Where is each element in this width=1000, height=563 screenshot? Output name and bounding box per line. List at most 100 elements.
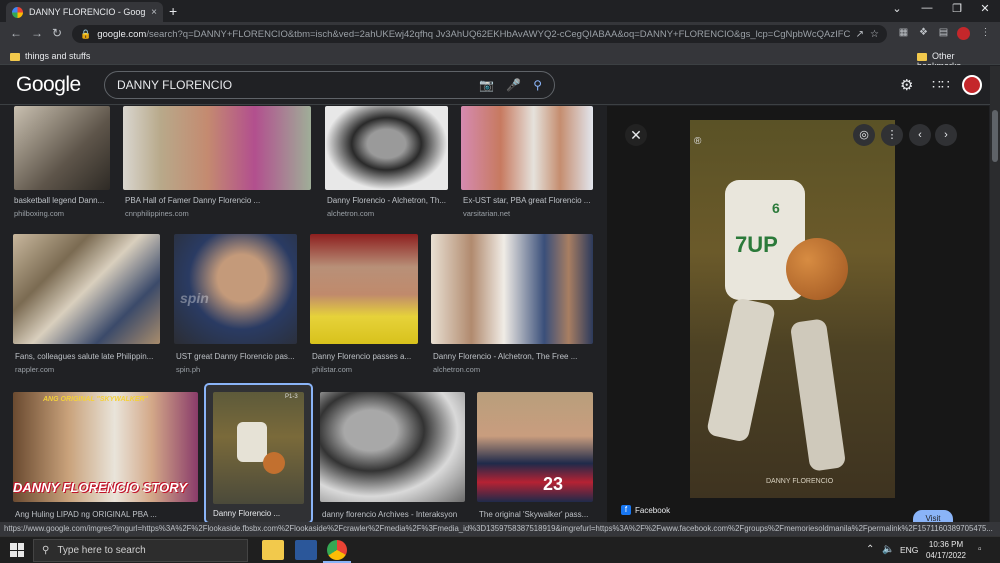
new-tab-button[interactable]: + — [169, 3, 177, 19]
result-tile[interactable]: Danny Florencio - Alchetron, Th... alche… — [325, 106, 448, 218]
share-icon[interactable]: ↗ — [856, 29, 864, 40]
scrollbar-thumb[interactable] — [992, 110, 998, 162]
preview-image[interactable]: ® 7UP 6 DANNY FLORENCIO — [690, 120, 895, 498]
google-lens-icon[interactable]: ◎ — [853, 124, 875, 146]
tab-search-icon[interactable]: ⌄ — [882, 2, 912, 15]
url-text[interactable]: google.com/search?q=DANNY+FLORENCIO&tbm=… — [97, 29, 849, 40]
more-options-icon[interactable]: ⋮ — [881, 124, 903, 146]
forward-icon[interactable]: → — [31, 26, 43, 40]
image-results-grid: basketball legend Dann... philboxing.com… — [0, 106, 605, 522]
reload-icon[interactable]: ↻ — [52, 26, 62, 40]
extension-a-icon[interactable]: ▦ — [897, 27, 910, 40]
settings-gear-icon[interactable]: ⚙ — [900, 76, 913, 94]
preview-source-name: Facebook — [635, 505, 671, 515]
browser-tab[interactable]: DANNY FLORENCIO - Google Search × — [6, 2, 163, 22]
page-scrollbar[interactable] — [990, 66, 1000, 522]
side-panel-icon[interactable]: ▤ — [937, 27, 950, 40]
camera-search-icon[interactable]: 📷 — [479, 78, 494, 92]
result-image[interactable] — [13, 234, 160, 344]
notification-icon[interactable]: ▫ — [978, 544, 982, 555]
result-caption[interactable]: PBA Hall of Famer Danny Florencio ... — [125, 196, 311, 205]
result-image[interactable]: ANG ORIGINAL "SKYWALKER" DANNY FLORENCIO… — [13, 392, 198, 502]
result-caption[interactable]: The original 'Skywalker' pass... — [479, 510, 593, 519]
folder-icon — [917, 52, 927, 61]
word-icon[interactable] — [295, 540, 317, 560]
tab-close-icon[interactable]: × — [151, 7, 157, 18]
title-bar: DANNY FLORENCIO - Google Search × + ⌄ — … — [0, 0, 1000, 22]
result-image[interactable] — [325, 106, 448, 190]
minimize-button[interactable]: — — [912, 2, 942, 14]
result-caption[interactable]: Danny Florencio - Alchetron, Th... — [327, 196, 448, 205]
result-caption[interactable]: Ang Huling LIPAD ng ORIGINAL PBA ... — [15, 510, 198, 519]
windows-start-icon[interactable] — [10, 543, 24, 557]
previous-image-icon[interactable]: ‹ — [909, 124, 931, 146]
taskbar-search[interactable]: ⚲ Type here to search — [33, 539, 248, 562]
result-image[interactable] — [320, 392, 465, 502]
thumb-ball-shape — [263, 452, 285, 474]
result-caption[interactable]: Fans, colleagues salute late Philippin..… — [15, 352, 160, 361]
profile-avatar[interactable] — [957, 27, 970, 40]
google-header: Google 📷 🎤 ⚲ ⚙ ∷∷ — [0, 65, 1000, 105]
google-logo[interactable]: Google — [16, 73, 81, 97]
apps-grid-icon[interactable]: ∷∷ — [932, 76, 950, 93]
preview-source[interactable]: f Facebook — [621, 505, 670, 515]
thumb-jersey-number: 23 — [543, 474, 564, 494]
next-image-icon[interactable]: › — [935, 124, 957, 146]
bookmark-folder-things[interactable]: things and stuffs — [10, 51, 90, 61]
result-tile[interactable]: danny florencio Archives - Interaksyon — [320, 392, 465, 522]
restore-button[interactable]: ❐ — [942, 2, 972, 15]
chrome-icon[interactable] — [327, 540, 347, 560]
extensions-puzzle-icon[interactable]: ❖ — [917, 27, 930, 40]
result-caption[interactable]: Danny Florencio - Alchetron, The Free ..… — [433, 352, 593, 361]
result-image[interactable] — [310, 234, 418, 344]
result-tile[interactable]: Danny Florencio - Alchetron, The Free ..… — [431, 234, 593, 374]
result-tile[interactable]: Fans, colleagues salute late Philippin..… — [13, 234, 160, 374]
result-image[interactable]: 23 — [477, 392, 593, 502]
close-window-button[interactable]: ✕ — [970, 2, 1000, 15]
search-icon[interactable]: ⚲ — [533, 78, 542, 92]
speaker-icon[interactable]: 🔈 — [882, 544, 894, 555]
close-preview-icon[interactable]: ✕ — [625, 124, 647, 146]
clock-date[interactable]: 04/17/2022 — [922, 551, 970, 560]
tab-title: DANNY FLORENCIO - Google Search — [29, 7, 146, 17]
result-tile[interactable]: spin UST great Danny Florencio pas... sp… — [174, 234, 297, 374]
result-caption[interactable]: danny florencio Archives - Interaksyon — [322, 510, 465, 519]
browser-menu-icon[interactable]: ⋮ — [979, 27, 992, 40]
result-image[interactable]: P1-3 — [213, 392, 304, 504]
language-indicator[interactable]: ENG — [900, 545, 918, 555]
result-image[interactable]: spin — [174, 234, 297, 344]
search-box[interactable]: 📷 🎤 ⚲ — [104, 71, 555, 99]
result-tile[interactable]: 23 The original 'Skywalker' pass... — [477, 392, 593, 522]
result-image[interactable] — [14, 106, 110, 190]
show-hidden-icons[interactable]: ⌃ — [866, 544, 874, 555]
result-tile-selected[interactable]: P1-3 Danny Florencio ... — [204, 383, 313, 522]
result-tile[interactable]: Danny Florencio passes a... philstar.com — [310, 234, 418, 374]
address-bar[interactable]: 🔒 google.com/search?q=DANNY+FLORENCIO&tb… — [72, 25, 887, 43]
back-icon[interactable]: ← — [10, 26, 22, 40]
result-image[interactable] — [431, 234, 593, 344]
result-tile[interactable]: ANG ORIGINAL "SKYWALKER" DANNY FLORENCIO… — [13, 392, 198, 522]
result-image[interactable] — [123, 106, 311, 190]
account-avatar[interactable] — [962, 75, 982, 95]
clock-time[interactable]: 10:36 PM — [926, 540, 966, 549]
search-input[interactable] — [117, 78, 468, 92]
result-caption[interactable]: basketball legend Dann... — [14, 196, 110, 205]
image-preview-panel: ✕ ® 7UP 6 DANNY FLORENCIO ◎ ⋮ ‹ › f Face… — [607, 106, 989, 528]
folder-icon — [10, 52, 20, 61]
result-tile[interactable]: Ex-UST star, PBA great Florencio ... var… — [461, 106, 593, 218]
result-caption[interactable]: Danny Florencio passes a... — [312, 352, 418, 361]
result-caption[interactable]: Ex-UST star, PBA great Florencio ... — [463, 196, 593, 205]
bookmark-star-icon[interactable]: ☆ — [870, 29, 879, 40]
file-explorer-icon[interactable] — [262, 540, 284, 560]
player-leg-shape — [789, 318, 847, 472]
result-tile[interactable]: PBA Hall of Famer Danny Florencio ... cn… — [123, 106, 311, 218]
navigation-bar: ← → ↻ 🔒 google.com/search?q=DANNY+FLOREN… — [0, 22, 1000, 46]
result-tile[interactable]: basketball legend Dann... philboxing.com — [14, 106, 110, 218]
thumb-player-shape — [237, 422, 267, 462]
result-image[interactable] — [461, 106, 593, 190]
microphone-icon[interactable]: 🎤 — [506, 78, 521, 92]
thumb-banner-text: ANG ORIGINAL "SKYWALKER" — [43, 396, 148, 403]
result-caption[interactable]: Danny Florencio ... — [213, 509, 309, 518]
result-source: spin.ph — [176, 365, 201, 374]
result-caption[interactable]: UST great Danny Florencio pas... — [176, 352, 297, 361]
